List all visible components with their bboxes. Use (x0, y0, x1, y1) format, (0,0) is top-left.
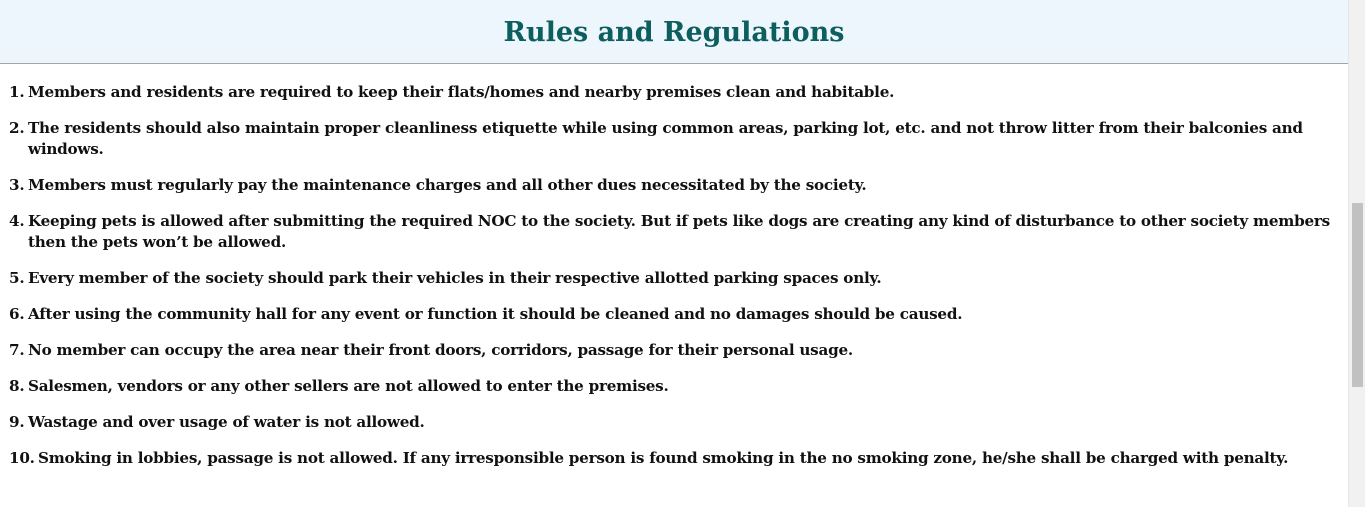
vertical-scrollbar[interactable] (1348, 0, 1365, 507)
rule-item-6: 6. After using the community hall for an… (9, 304, 1348, 325)
rule-text: Every member of the society should park … (28, 269, 882, 287)
scrollbar-thumb[interactable] (1352, 203, 1363, 387)
rule-item-9: 9. Wastage and over usage of water is no… (9, 412, 1348, 433)
rule-item-8: 8. Salesmen, vendors or any other seller… (9, 376, 1348, 397)
rule-text: After using the community hall for any e… (28, 305, 963, 323)
rule-item-4: 4. Keeping pets is allowed after submitt… (9, 211, 1348, 253)
rule-number: 10. (9, 449, 35, 467)
rule-item-5: 5. Every member of the society should pa… (9, 268, 1348, 289)
rule-number: 7. (9, 341, 25, 359)
rule-item-2: 2. The residents should also maintain pr… (9, 118, 1348, 160)
rule-text: Keeping pets is allowed after submitting… (28, 212, 1330, 251)
rule-text: Wastage and over usage of water is not a… (28, 413, 425, 431)
page-content: Rules and Regulations 1. Members and res… (0, 0, 1348, 507)
rule-text: Members and residents are required to ke… (28, 83, 895, 101)
rule-number: 1. (9, 83, 25, 101)
rule-text: Smoking in lobbies, passage is not allow… (38, 449, 1289, 467)
rule-number: 8. (9, 377, 25, 395)
rule-number: 5. (9, 269, 25, 287)
page: Rules and Regulations 1. Members and res… (0, 0, 1365, 507)
rule-item-3: 3. Members must regularly pay the mainte… (9, 175, 1348, 196)
rule-number: 2. (9, 119, 25, 137)
rule-number: 3. (9, 176, 25, 194)
page-title: Rules and Regulations (503, 17, 845, 48)
page-header: Rules and Regulations (0, 0, 1348, 64)
rule-item-1: 1. Members and residents are required to… (9, 82, 1348, 103)
rule-number: 6. (9, 305, 25, 323)
rule-text: The residents should also maintain prope… (28, 119, 1303, 158)
rule-item-7: 7. No member can occupy the area near th… (9, 340, 1348, 361)
rule-number: 4. (9, 212, 25, 230)
rule-text: No member can occupy the area near their… (28, 341, 853, 359)
rule-text: Members must regularly pay the maintenan… (28, 176, 867, 194)
rules-list: 1. Members and residents are required to… (9, 82, 1348, 484)
rule-item-10: 10. Smoking in lobbies, passage is not a… (9, 448, 1348, 469)
rule-number: 9. (9, 413, 25, 431)
rule-text: Salesmen, vendors or any other sellers a… (28, 377, 669, 395)
